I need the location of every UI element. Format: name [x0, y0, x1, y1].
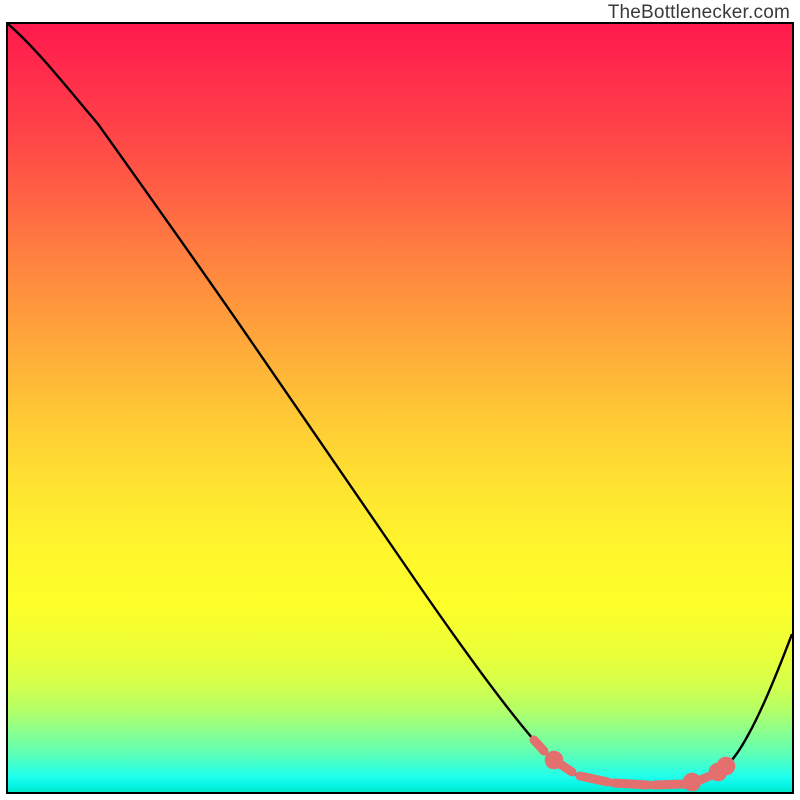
chart-background-gradient [8, 24, 792, 792]
chart-frame [6, 22, 794, 794]
watermark-text: TheBottlenecker.com [608, 2, 790, 24]
